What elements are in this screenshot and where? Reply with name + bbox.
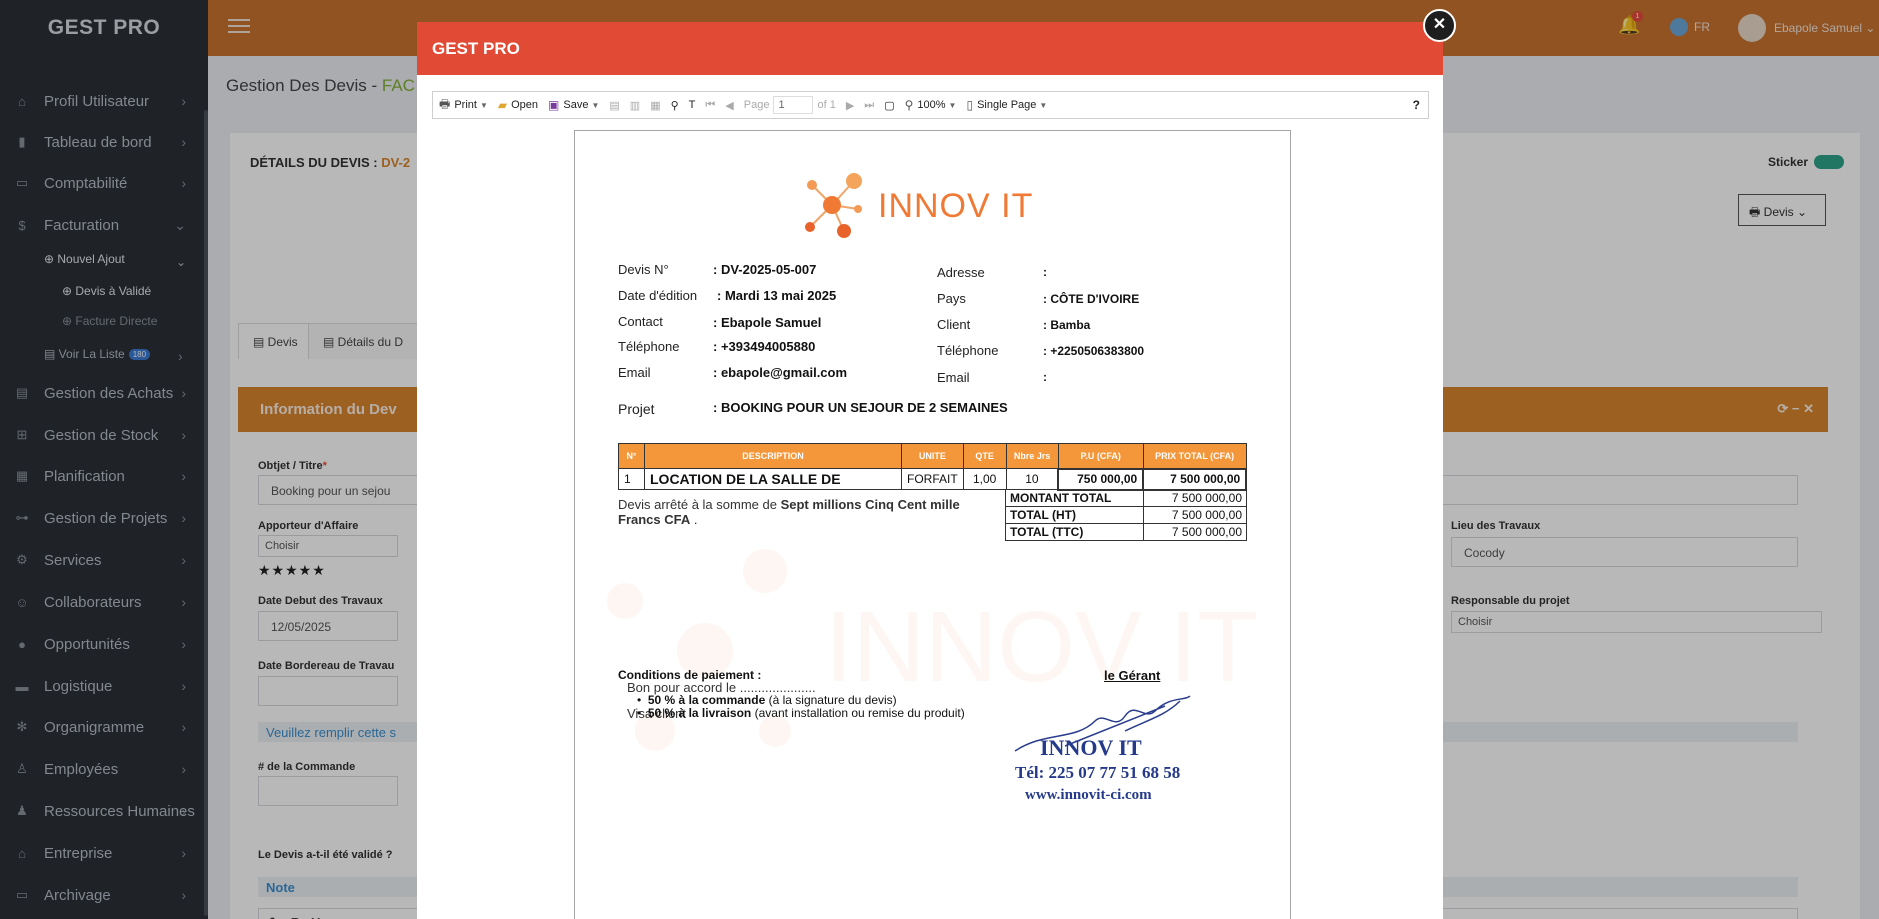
col-header: PRIX TOTAL (CFA) — [1142, 443, 1247, 469]
contact-label: Contact — [618, 314, 663, 329]
col-header: UNITE — [901, 443, 964, 469]
open-button[interactable]: ▰ Open — [498, 98, 538, 112]
cell-jrs: 10 — [1005, 468, 1059, 490]
company-stamp: INNOV IT Tél: 225 07 77 51 68 58 www.inn… — [1005, 691, 1205, 821]
table-row: 1 LOCATION DE LA SALLE DE FORFAIT 1,00 1… — [618, 467, 1248, 491]
email-label: Email — [618, 365, 651, 380]
total-label: MONTANT TOTAL — [1005, 489, 1144, 507]
adresse-value: : — [1043, 265, 1047, 279]
stamp-tel: Tél: 225 07 77 51 68 58 — [1015, 763, 1181, 782]
amount-in-words: Devis arrêté à la somme de Sept millions… — [618, 497, 960, 527]
report-viewer-toolbar: 🖶 Print ▼ ▰ Open ▣ Save ▼ ▤ ▥ ▦ ⚲ T ⏮ ◀ Page … — [432, 91, 1429, 119]
items-table: N° DESCRIPTION UNITE QTE Nbre Jrs P.U (C… — [618, 443, 1248, 491]
totals-row: TOTAL (HT) 7 500 000,00 — [1005, 506, 1247, 524]
view-mode-button[interactable]: ▯ Single Page ▼ — [966, 98, 1047, 112]
zoom-button[interactable]: ⚲ 100% ▼ — [905, 98, 957, 112]
contact-value: : Ebapole Samuel — [713, 315, 822, 330]
magnifier-icon: ⚲ — [904, 98, 914, 112]
chevron-down-icon: ▼ — [1039, 100, 1048, 110]
fullscreen-icon[interactable]: ▢ — [884, 99, 894, 112]
cell-n: 1 — [618, 468, 645, 490]
col-header: Nbre Jrs — [1005, 443, 1059, 469]
date-value: : Mardi 13 mai 2025 — [717, 288, 837, 303]
printer-icon: 🖶 — [439, 96, 451, 111]
col-header: N° — [618, 443, 645, 469]
app-root: GEST PRO ⌂ Profil Utilisateur › ▮ Tableau d… — [0, 0, 1879, 919]
client-email-label: Email — [937, 370, 970, 385]
total-value: 7 500 000,00 — [1143, 506, 1247, 524]
logo-text: INNOV IT — [878, 186, 1034, 225]
first-page-icon[interactable]: ⏮ — [705, 99, 715, 112]
help-button[interactable]: ? — [1413, 98, 1420, 112]
client-value: : Bamba — [1043, 318, 1091, 332]
stamp-web: www.innovit-ci.com — [1025, 787, 1152, 803]
last-page-icon[interactable]: ⏭ — [864, 99, 874, 112]
company-logo: INNOV IT — [800, 171, 1033, 241]
col-header: P.U (CFA) — [1057, 443, 1144, 469]
pays-label: Pays — [937, 291, 966, 306]
client-label: Client — [937, 317, 971, 332]
find-icon[interactable]: ⚲ — [671, 99, 679, 112]
document-page: INNOV IT INNOV IT Devis N° : DV-2025-05-… — [574, 130, 1291, 919]
parameters-icon[interactable]: ▥ — [630, 99, 640, 112]
condition-1: • 50 % à la commande (à la signature du … — [637, 693, 897, 707]
condition-2: • 50 % à la livraison (avant installatio… — [637, 706, 965, 720]
stamp-name: INNOV IT — [1040, 735, 1142, 760]
email-value: : ebapole@gmail.com — [713, 365, 848, 380]
total-label: TOTAL (TTC) — [1005, 523, 1144, 541]
totals-table: MONTANT TOTAL 7 500 000,00 TOTAL (HT) 7 50… — [1005, 489, 1247, 541]
bookmarks-icon[interactable]: ▤ — [609, 99, 619, 112]
svg-text:INNOV IT: INNOV IT — [825, 591, 1258, 703]
chevron-down-icon: ▼ — [591, 100, 600, 110]
cell-unite: FORFAIT — [901, 468, 964, 490]
col-header: QTE — [962, 443, 1007, 469]
cell-qte: 1,00 — [962, 468, 1007, 490]
prev-page-icon[interactable]: ◀ — [725, 99, 733, 112]
chevron-down-icon: ▼ — [948, 100, 957, 110]
client-tel-value: : +2250506383800 — [1043, 344, 1145, 358]
cell-pu: 750 000,00 — [1057, 467, 1145, 491]
folder-icon: ▰ — [497, 98, 508, 112]
page-count: of 1 — [817, 99, 836, 111]
devis-no-label: Devis N° — [618, 262, 669, 277]
total-value: 7 500 000,00 — [1143, 523, 1247, 541]
projet-label: Projet — [618, 401, 655, 417]
molecule-logo-icon — [805, 173, 862, 238]
print-button[interactable]: 🖶 Print ▼ — [439, 95, 488, 116]
tel-label: Téléphone — [618, 339, 680, 354]
total-label: TOTAL (HT) — [1005, 506, 1144, 524]
manager-label: le Gérant — [1104, 668, 1161, 683]
projet-value: : BOOKING POUR UN SEJOUR DE 2 SEMAINES — [713, 400, 1008, 415]
table-header-row: N° DESCRIPTION UNITE QTE Nbre Jrs P.U (C… — [618, 443, 1247, 469]
floppy-icon: ▣ — [548, 98, 560, 112]
cell-total: 7 500 000,00 — [1142, 467, 1248, 491]
totals-row: MONTANT TOTAL 7 500 000,00 — [1005, 489, 1247, 507]
adresse-label: Adresse — [937, 265, 985, 280]
client-tel-label: Téléphone — [937, 343, 999, 358]
totals-row: TOTAL (TTC) 7 500 000,00 — [1005, 523, 1247, 541]
page-number-input[interactable] — [773, 96, 814, 114]
chevron-down-icon: ▼ — [479, 100, 488, 110]
total-value: 7 500 000,00 — [1143, 489, 1247, 507]
document-modal: GEST PRO 🖶 Print ▼ ▰ Open ▣ Save ▼ ▤ ▥ ▦ ⚲ T … — [417, 22, 1443, 919]
client-email-value: : — [1043, 370, 1047, 384]
next-page-icon[interactable]: ▶ — [846, 99, 854, 112]
page-icon: ▯ — [966, 98, 974, 112]
date-label: Date d'édition — [618, 288, 698, 303]
resources-icon[interactable]: ▦ — [650, 99, 660, 112]
page-label: Page — [743, 99, 770, 111]
editor-icon[interactable]: T — [689, 99, 696, 111]
cell-description: LOCATION DE LA SALLE DE — [644, 468, 902, 490]
close-modal-button[interactable]: ✕ — [1423, 9, 1456, 42]
tel-value: : +393494005880 — [713, 339, 816, 354]
devis-no-value: : DV-2025-05-007 — [713, 262, 817, 277]
save-button[interactable]: ▣ Save ▼ — [548, 98, 599, 112]
modal-title: GEST PRO — [417, 22, 1443, 75]
pays-value: : CÔTE D'IVOIRE — [1043, 292, 1140, 306]
col-header: DESCRIPTION — [644, 443, 902, 469]
